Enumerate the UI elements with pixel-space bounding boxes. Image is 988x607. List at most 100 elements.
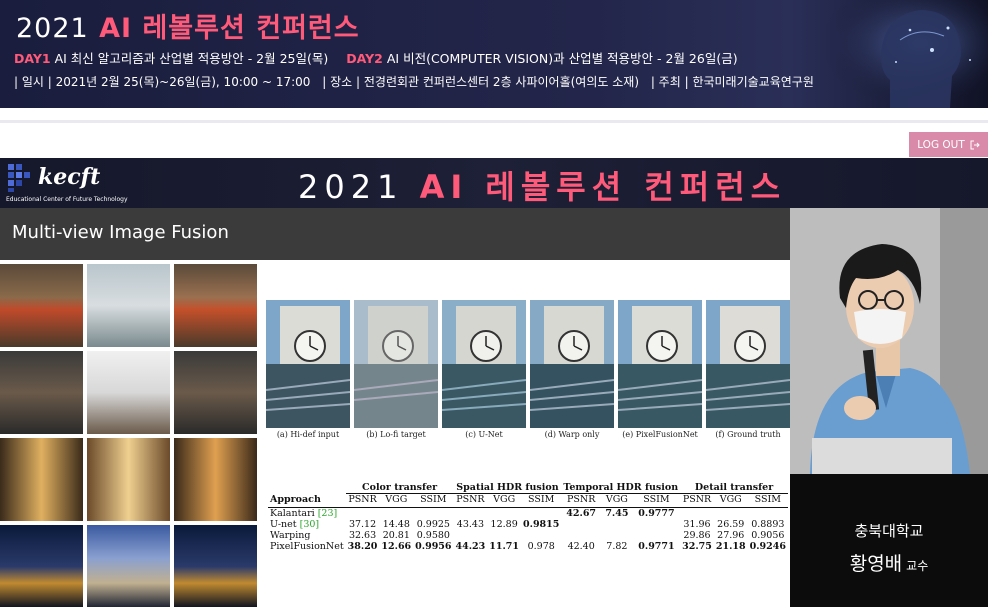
figure-crop-unet [442,300,526,428]
table-cell: 0.9771 [638,541,675,552]
table-cell [561,519,601,530]
table-cell: 27.96 [717,530,745,541]
day2-text: AI 비전(COMPUTER VISION)과 산업별 적용방안 - 2월 26… [386,51,738,66]
grid-image [174,351,257,434]
banner-info-host: | 주최 | 한국미래기술교육연구원 [650,75,814,89]
table-metric-header: VGG [379,493,414,508]
table-cell: 38.20 [347,541,378,552]
grid-image [87,351,170,434]
logout-label: LOG OUT [917,138,965,151]
presentation-slide: (a) Hi-def input (b) Lo-fi target (c) U-… [0,260,790,607]
video-header-year: 2021 [298,168,404,206]
table-row-name: Warping [268,530,346,541]
table-cell: 42.67 [566,508,597,519]
figure-crop-groundtruth [706,300,790,428]
table-metric-header: VGG [487,493,522,508]
table-cell [487,530,521,541]
table-metric-header: PSNR [453,493,488,508]
video-player[interactable]: kecft Educational Center of Future Techn… [0,158,988,607]
speaker-camera [790,208,988,474]
table-cell: 42.40 [567,541,595,552]
table-cell: 7.82 [606,541,628,552]
figure-crop-warp [530,300,614,428]
table-cell [454,508,488,520]
speaker-namecard: 충북대학교 황영배 교수 [790,474,988,607]
table-cell: 12.89 [490,519,518,530]
table-metric-header: SSIM [632,493,681,508]
table-row: U-net [30] 37.12 14.48 0.9925 43.43 12.89 0.98… [268,519,788,530]
figure-caption: (a) Hi-def input [276,430,340,439]
video-header-title: 2021 AI 레볼루션 컨퍼런스 [298,162,786,208]
table-cell [346,508,380,520]
table-cell: 29.86 [683,530,711,541]
citation-link[interactable]: [23] [318,508,338,519]
figure-caption: (f) Ground truth [715,430,781,439]
fusion-image-grid [0,264,258,607]
table-approach-header: Approach [268,493,346,508]
table-cell [748,508,788,520]
figure-crop-lofi [354,300,438,428]
banner-info-date: | 일시 | 2021년 2월 25(목)~26일(금), 10:00 ~ 17… [14,75,311,89]
table-cell [633,530,680,541]
conference-banner: 2021 AI 레볼루션 컨퍼런스 DAY1 AI 최신 알고리즘과 산업별 적… [0,0,988,108]
logout-button[interactable]: LOG OUT [909,132,988,157]
table-group-header: Detail transfer [680,482,788,494]
table-cell: 0.9925 [416,519,450,530]
table-cell: 37.12 [348,519,377,530]
grid-image [0,438,83,521]
table-cell: 44.23 [455,541,486,552]
grid-image [174,525,257,607]
table-cell: 20.81 [382,530,410,541]
table-cell [633,519,680,530]
speaker-name-line: 황영배 교수 [790,549,988,576]
kecft-wordmark: kecft [38,164,101,190]
table-cell [561,530,601,541]
table-cell: 0.9580 [416,530,450,541]
table-cell: 0.9246 [749,541,786,552]
kecft-mark-icon [8,164,30,192]
table-metric-header: SSIM [521,493,562,508]
table-cell [714,508,748,520]
banner-year: 2021 [16,13,89,44]
citation-link[interactable]: [30] [300,519,320,530]
figure-crop-pixelfusionnet [618,300,702,428]
grid-image [87,264,170,347]
table-cell [487,508,521,520]
table-cell: 32.63 [348,530,377,541]
speaker-role: 교수 [906,559,929,573]
kecft-subtitle: Educational Center of Future Technology [6,196,128,203]
figure-caption: (e) PixelFusionNet [622,430,698,439]
table-metric-header: PSNR [561,493,601,508]
video-header: kecft Educational Center of Future Techn… [0,158,988,208]
table-group-header: Spatial HDR fusion [453,482,562,494]
grid-image [0,525,83,607]
slide-header: Multi-view Image Fusion [0,208,790,260]
table-cell: 21.18 [715,541,746,552]
table-row: Kalantari [23] 42.67 7.45 0.9777 [268,508,788,520]
grid-image [174,438,257,521]
table-cell: 31.96 [683,519,711,530]
day2-tag: DAY2 [346,51,383,66]
approach-name: PixelFusionNet [270,541,344,552]
table-row-name: Kalantari [23] [268,508,346,519]
table-cell: 0.978 [527,541,555,552]
table-cell: 32.75 [682,541,712,552]
table-cell [454,530,488,541]
banner-title: 2021 AI 레볼루션 컨퍼런스 [16,6,360,45]
table-row-name: PixelFusionNet [268,541,346,552]
day1-text: AI 최신 알고리즘과 산업별 적용방안 - 2월 25일(목) [54,51,329,66]
slide-title: Multi-view Image Fusion [12,222,229,243]
grid-image [174,264,257,347]
grid-image [87,438,170,521]
grid-image [0,264,83,347]
day1-tag: DAY1 [14,51,51,66]
banner-info: | 일시 | 2021년 2월 25(목)~26일(금), 10:00 ~ 17… [14,73,822,90]
grid-image [0,351,83,434]
table-cell [413,508,453,520]
table-group-header: Temporal HDR fusion [561,482,681,494]
approach-name: Kalantari [270,508,315,519]
speaker-name: 황영배 [849,553,903,575]
table-cell [601,519,633,530]
table-metric-header: VGG [713,493,748,508]
table-row: PixelFusionNet 38.20 12.66 0.9956 44.23 11.71… [268,541,788,552]
